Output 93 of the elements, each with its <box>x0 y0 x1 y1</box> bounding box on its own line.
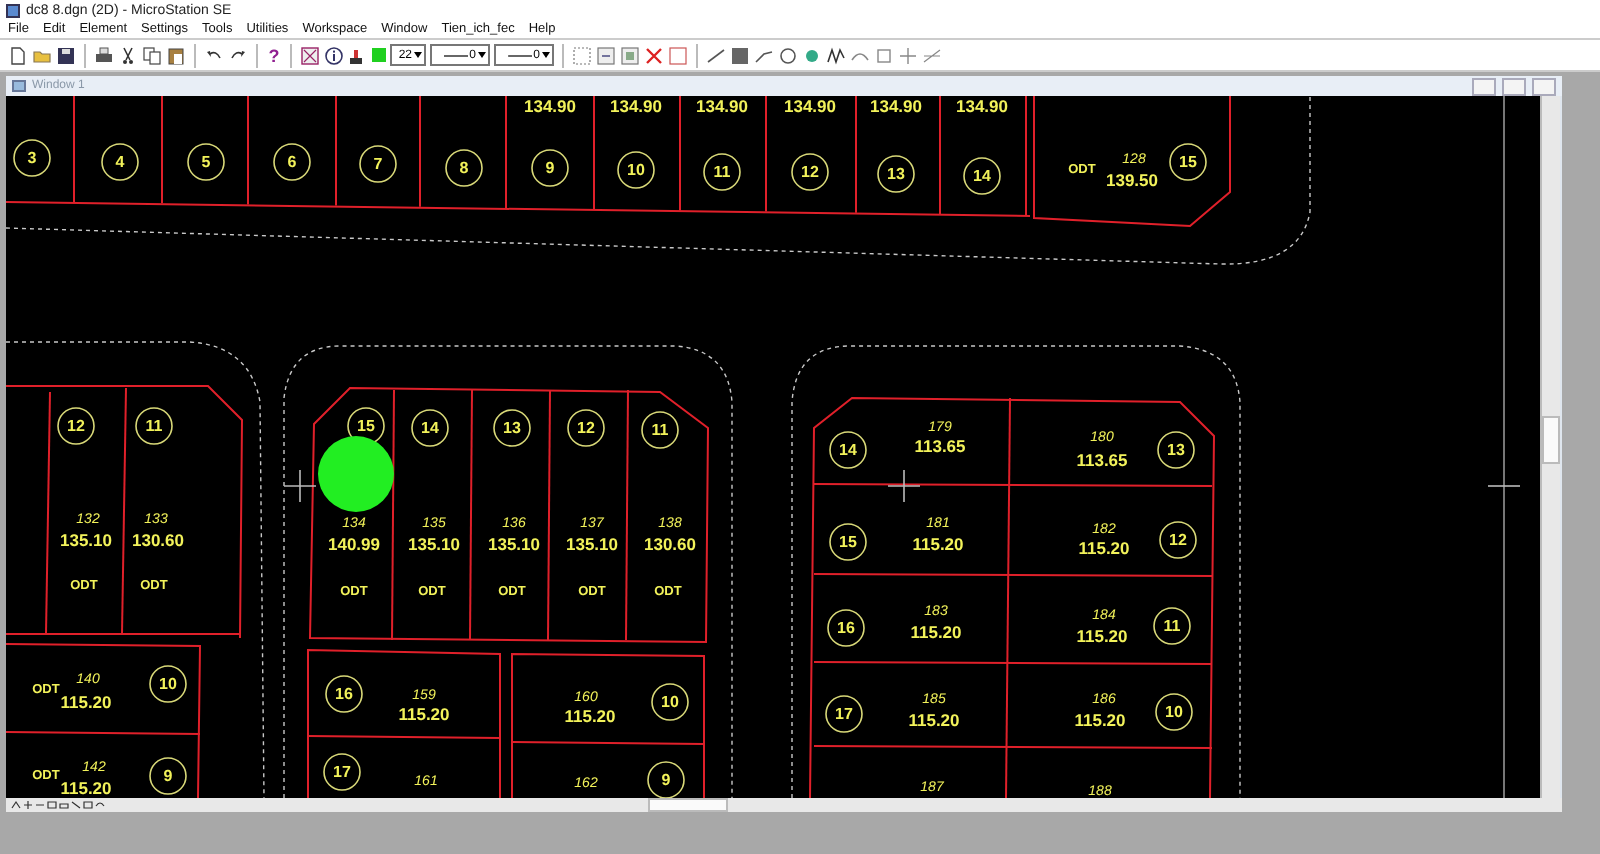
lot-area: 113.65 <box>914 436 966 456</box>
view-controls-icon[interactable] <box>10 800 106 810</box>
lot-area: 115.20 <box>1078 538 1130 558</box>
horizontal-scrollbar[interactable] <box>6 798 1562 812</box>
plot-marker: 16 <box>827 609 865 647</box>
print-icon[interactable] <box>94 45 114 65</box>
lot-area: 130.60 <box>644 534 696 554</box>
lot-area: 134.90 <box>784 96 836 116</box>
lot-area: 115.20 <box>1076 626 1128 646</box>
copy-element-icon[interactable] <box>620 45 640 65</box>
plot-marker: 13 <box>877 155 915 193</box>
lot-area: 135.10 <box>566 534 618 554</box>
highlight-dot <box>318 436 394 512</box>
plot-marker: 11 <box>641 411 679 449</box>
lot-area: 134.90 <box>956 96 1008 116</box>
plot-marker: 4 <box>101 143 139 181</box>
plot-marker: 12 <box>567 409 605 447</box>
delete-icon[interactable] <box>644 45 664 65</box>
plot-marker: 5 <box>187 143 225 181</box>
info-icon[interactable] <box>324 45 344 65</box>
caret-icon <box>478 52 486 58</box>
plot-marker: 9 <box>647 761 685 798</box>
lot-area: 115.20 <box>398 704 450 724</box>
caret-icon <box>542 52 550 58</box>
plot-marker: 6 <box>273 143 311 181</box>
plot-marker: 8 <box>445 149 483 187</box>
caret-icon <box>414 52 422 58</box>
plot-marker: 9 <box>531 149 569 187</box>
copy-icon[interactable] <box>142 45 162 65</box>
new-file-icon[interactable] <box>8 45 28 65</box>
scrollbar-thumb[interactable] <box>648 798 728 812</box>
save-icon[interactable] <box>56 45 76 65</box>
dimension-tool-icon[interactable] <box>922 45 942 65</box>
lot-area: 115.20 <box>912 534 964 554</box>
active-color-swatch[interactable] <box>372 48 386 62</box>
lot-area: 113.65 <box>1076 450 1128 470</box>
lot-area: 134.90 <box>696 96 748 116</box>
plot-marker: 14 <box>829 431 867 469</box>
lot-area: 115.20 <box>60 778 112 798</box>
lot-area: 135.10 <box>488 534 540 554</box>
move-element-icon[interactable] <box>596 45 616 65</box>
lot-area: 135.10 <box>408 534 460 554</box>
plot-marker: 17 <box>323 753 361 791</box>
view-icon <box>12 80 26 92</box>
cut-icon[interactable] <box>118 45 138 65</box>
plot-marker: 12 <box>791 153 829 191</box>
lot-area: 115.20 <box>564 706 616 726</box>
plot-marker: 10 <box>1155 693 1193 731</box>
lot-area: 134.90 <box>524 96 576 116</box>
lot-area: 134.90 <box>870 96 922 116</box>
plot-marker: 12 <box>1159 521 1197 559</box>
line-sample-icon <box>443 53 468 57</box>
plot-marker: 14 <box>963 157 1001 195</box>
vertical-scrollbar[interactable] <box>1540 96 1560 798</box>
plot-marker: 10 <box>651 683 689 721</box>
plot-marker: 14 <box>411 409 449 447</box>
plot-marker: 12 <box>57 407 95 445</box>
lot-area: 115.20 <box>60 692 112 712</box>
lot-area: 115.20 <box>910 622 962 642</box>
line-tool-icon[interactable] <box>706 45 726 65</box>
curve-tool-icon[interactable] <box>826 45 846 65</box>
plot-marker: 9 <box>149 757 187 795</box>
plot-marker: 13 <box>1157 431 1195 469</box>
scrollbar-thumb[interactable] <box>1542 416 1560 464</box>
polyline-icon[interactable] <box>754 45 774 65</box>
lot-area: 135.10 <box>60 530 112 550</box>
element-selection-icon[interactable] <box>300 45 320 65</box>
app-icon <box>6 3 20 17</box>
plot-marker: 11 <box>703 153 741 191</box>
shape-tool-icon[interactable] <box>730 45 750 65</box>
plot-marker: 10 <box>617 151 655 189</box>
lot-area: 140.99 <box>328 534 380 554</box>
paste-icon[interactable] <box>166 45 186 65</box>
help-button[interactable]: ? <box>266 45 282 65</box>
plot-marker: 3 <box>13 139 51 177</box>
level-icon[interactable] <box>348 45 368 65</box>
plot-marker: 17 <box>825 695 863 733</box>
line-sample-icon <box>507 53 532 57</box>
plot-marker: 16 <box>325 675 363 713</box>
lot-area: 115.20 <box>1074 710 1126 730</box>
circle-tool-icon[interactable] <box>778 45 798 65</box>
plot-marker: 13 <box>493 409 531 447</box>
lot-area: 130.60 <box>132 530 184 550</box>
point-tool-icon[interactable] <box>898 45 918 65</box>
plot-marker: 11 <box>135 407 173 445</box>
lot-area: 139.50 <box>1106 170 1158 190</box>
plot-marker: 7 <box>359 145 397 183</box>
lot-area: 134.90 <box>610 96 662 116</box>
plot-marker: 15 <box>1169 143 1207 181</box>
plot-marker: 11 <box>1153 607 1191 645</box>
plot-marker: 10 <box>149 665 187 703</box>
plot-marker: 15 <box>829 523 867 561</box>
lot-area: 115.20 <box>908 710 960 730</box>
